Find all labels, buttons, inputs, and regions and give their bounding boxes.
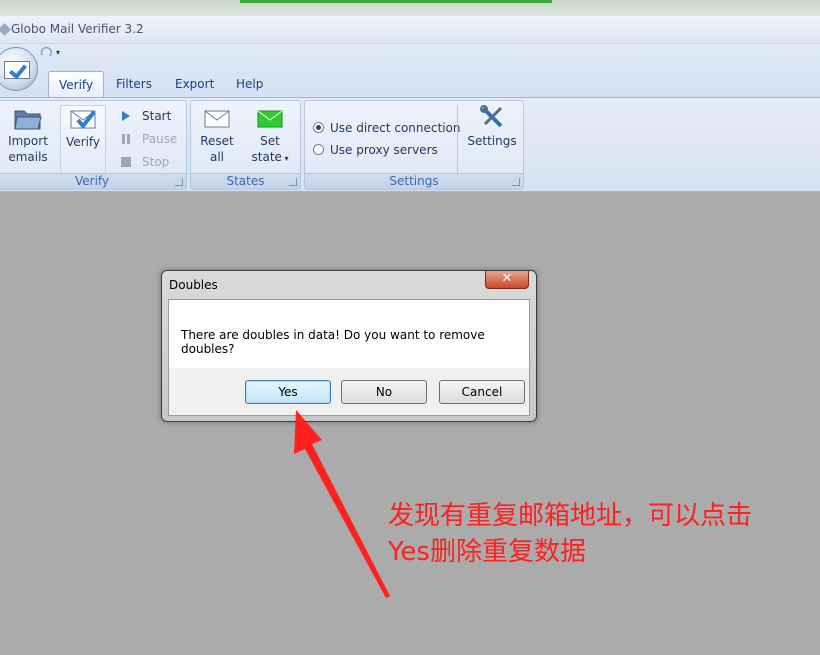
annotation-line2: Yes删除重复数据 bbox=[388, 537, 586, 567]
annotation-line1: 发现有重复邮箱地址，可以点击 bbox=[388, 501, 753, 531]
annotation-text: 发现有重复邮箱地址，可以点击 Yes删除重复数据 bbox=[388, 498, 808, 570]
